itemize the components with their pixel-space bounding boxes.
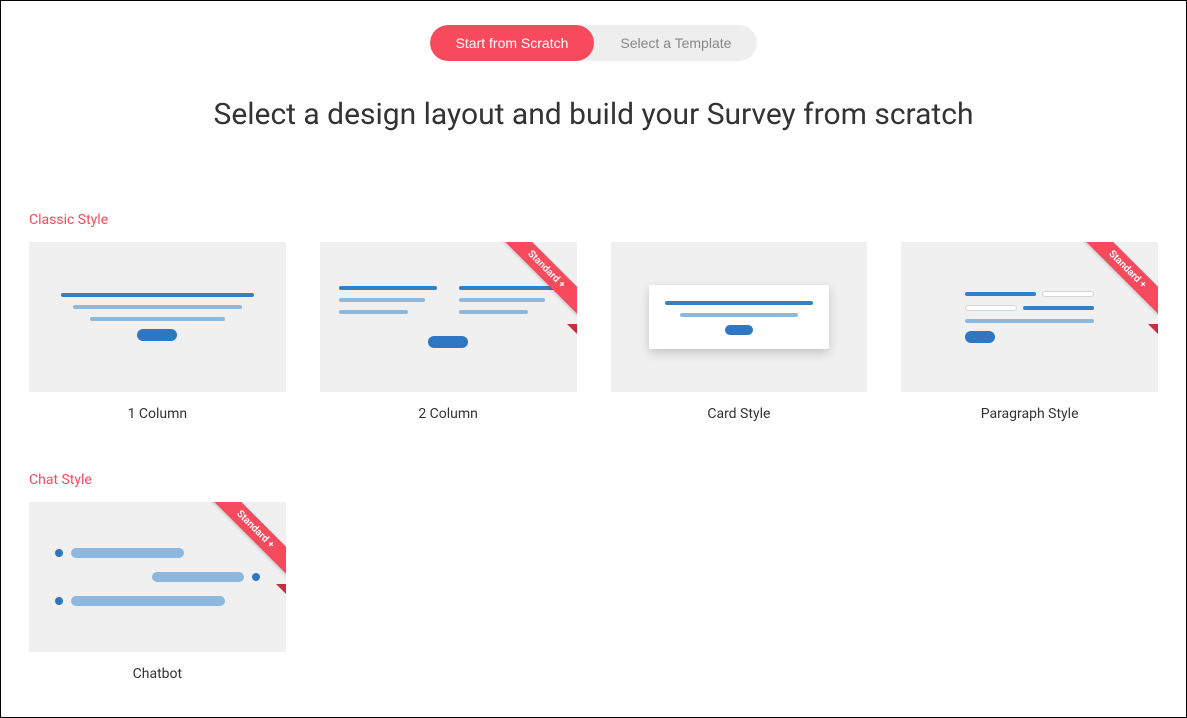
thumb-label: 1 Column — [128, 406, 188, 422]
layout-option-card-style[interactable]: Card Style — [611, 242, 868, 422]
layout-option-paragraph-style[interactable]: Standard + Paragraph Style — [901, 242, 1158, 422]
page-title: Select a design layout and build your Su… — [29, 97, 1158, 132]
section-label-classic: Classic Style — [29, 212, 1158, 228]
thumb-1-column — [29, 242, 286, 392]
layout-option-2-column[interactable]: Standard + 2 Column — [320, 242, 577, 422]
toggle-wrap: Start from Scratch Select a Template — [430, 25, 758, 61]
tab-select-template[interactable]: Select a Template — [594, 25, 757, 61]
badge-standard-plus: Standard + — [485, 242, 577, 334]
thumb-label: Card Style — [707, 406, 770, 422]
layout-option-1-column[interactable]: 1 Column — [29, 242, 286, 422]
thumb-label: 2 Column — [418, 406, 478, 422]
thumb-chatbot: Standard + — [29, 502, 286, 652]
thumb-label: Chatbot — [133, 666, 182, 682]
thumb-2-column: Standard + — [320, 242, 577, 392]
tab-toggle: Start from Scratch Select a Template — [29, 25, 1158, 61]
badge-standard-plus: Standard + — [194, 502, 286, 594]
thumb-label: Paragraph Style — [981, 406, 1079, 422]
badge-standard-plus: Standard + — [1066, 242, 1158, 334]
layout-option-chatbot[interactable]: Standard + Chatbot — [29, 502, 286, 682]
section-classic: Classic Style 1 Column — [29, 212, 1158, 422]
section-chat: Chat Style Standard + Chatbot — [29, 472, 1158, 682]
thumb-card-style — [611, 242, 868, 392]
card-grid-chat: Standard + Chatbot — [29, 502, 1158, 682]
thumb-paragraph-style: Standard + — [901, 242, 1158, 392]
tab-start-from-scratch[interactable]: Start from Scratch — [430, 25, 595, 61]
card-grid-classic: 1 Column — [29, 242, 1158, 422]
section-label-chat: Chat Style — [29, 472, 1158, 488]
